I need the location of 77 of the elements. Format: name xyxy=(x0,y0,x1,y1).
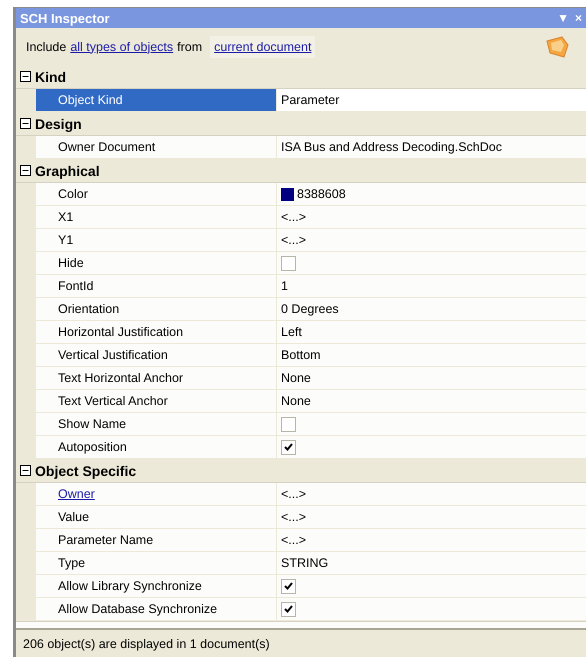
property-value: STRING xyxy=(281,556,328,570)
property-label: Hide xyxy=(58,256,84,270)
property-label: Autoposition xyxy=(58,440,127,454)
property-label: X1 xyxy=(58,210,74,224)
property-value: <...> xyxy=(281,533,306,547)
property-label: Owner Document xyxy=(58,140,156,154)
property-label: Y1 xyxy=(58,233,74,247)
property-label-cell[interactable]: Autoposition xyxy=(36,436,277,458)
category-name: Design xyxy=(35,116,82,132)
checkmark-icon xyxy=(284,605,293,613)
property-label: Text Vertical Anchor xyxy=(58,394,168,408)
source-link[interactable]: current document xyxy=(210,36,316,58)
checkmark-icon xyxy=(284,582,293,590)
property-label: Value xyxy=(58,510,90,524)
status-text: 206 object(s) are displayed in 1 document(s) xyxy=(23,636,270,650)
filter-label: Include xyxy=(26,40,66,54)
property-label: Color xyxy=(58,187,88,201)
property-value: <...> xyxy=(281,210,306,224)
property-value: <...> xyxy=(281,510,306,524)
category-name: Object Specific xyxy=(35,462,136,478)
property-label: Type xyxy=(58,556,86,570)
property-label: FontId xyxy=(58,279,94,293)
property-label: Vertical Justification xyxy=(58,348,168,362)
property-link[interactable]: Owner xyxy=(58,487,95,501)
property-value: <...> xyxy=(281,233,306,247)
checkbox[interactable] xyxy=(281,440,296,454)
checkbox[interactable] xyxy=(281,416,296,432)
property-label: Allow Database Synchronize xyxy=(58,602,218,616)
property-label-cell[interactable]: X1 xyxy=(36,206,277,228)
property-label-cell[interactable]: Allow Library Synchronize xyxy=(36,575,277,597)
property-label-cell[interactable]: Vertical Justification xyxy=(36,344,277,366)
property-value: Bottom xyxy=(281,348,321,362)
property-label: Object Kind xyxy=(58,93,123,107)
property-value: 0 Degrees xyxy=(281,302,339,316)
property-value: <...> xyxy=(281,487,306,501)
property-value: 8388608 xyxy=(297,187,346,201)
property-label-cell[interactable]: Show Name xyxy=(36,413,277,435)
property-label-cell[interactable]: Object Kind xyxy=(36,89,277,111)
property-value: Left xyxy=(281,325,302,339)
checkbox[interactable] xyxy=(281,256,296,270)
property-label-cell[interactable]: Text Horizontal Anchor xyxy=(36,367,277,389)
filter-label: from xyxy=(177,40,202,54)
property-label-cell[interactable]: Hide xyxy=(36,252,277,274)
property-label: Show Name xyxy=(58,417,126,431)
collapse-icon[interactable] xyxy=(20,118,31,129)
property-label: Allow Library Synchronize xyxy=(58,579,202,593)
property-label-cell[interactable]: FontId xyxy=(36,275,277,297)
property-label-cell[interactable]: Value xyxy=(36,506,277,528)
collapse-icon[interactable] xyxy=(20,165,31,176)
property-label-cell[interactable]: Owner xyxy=(36,483,277,505)
checkbox[interactable] xyxy=(281,602,296,616)
property-label-cell[interactable]: Orientation xyxy=(36,298,277,320)
property-value: None xyxy=(281,394,311,408)
property-label-cell[interactable]: Text Vertical Anchor xyxy=(36,390,277,412)
property-value: None xyxy=(281,371,311,385)
property-value: ISA Bus and Address Decoding.SchDoc xyxy=(281,140,502,154)
category-name: Graphical xyxy=(35,162,100,178)
property-label-cell[interactable]: Allow Database Synchronize xyxy=(36,598,277,620)
property-label-cell[interactable]: Horizontal Justification xyxy=(36,321,277,343)
property-value: 1 xyxy=(281,279,288,293)
window-title: SCH Inspector xyxy=(20,10,110,26)
property-label: Horizontal Justification xyxy=(58,325,184,339)
property-label-cell[interactable]: Type xyxy=(36,552,277,574)
property-label-cell[interactable]: Parameter Name xyxy=(36,529,277,551)
category-name: Kind xyxy=(35,68,66,84)
collapse-icon[interactable] xyxy=(20,465,31,476)
property-label-cell[interactable]: Y1 xyxy=(36,229,277,251)
checkbox[interactable] xyxy=(281,578,296,594)
property-label: Orientation xyxy=(58,302,120,316)
property-label: Parameter Name xyxy=(58,533,154,547)
property-label-cell[interactable]: Owner Document xyxy=(36,136,277,158)
property-label-cell[interactable]: Color xyxy=(36,183,277,205)
property-label: Text Horizontal Anchor xyxy=(58,371,184,385)
checkmark-icon xyxy=(284,443,293,451)
property-value: Parameter xyxy=(281,93,340,107)
collapse-icon[interactable] xyxy=(20,71,31,82)
scope-link[interactable]: all types of objects xyxy=(70,40,174,54)
